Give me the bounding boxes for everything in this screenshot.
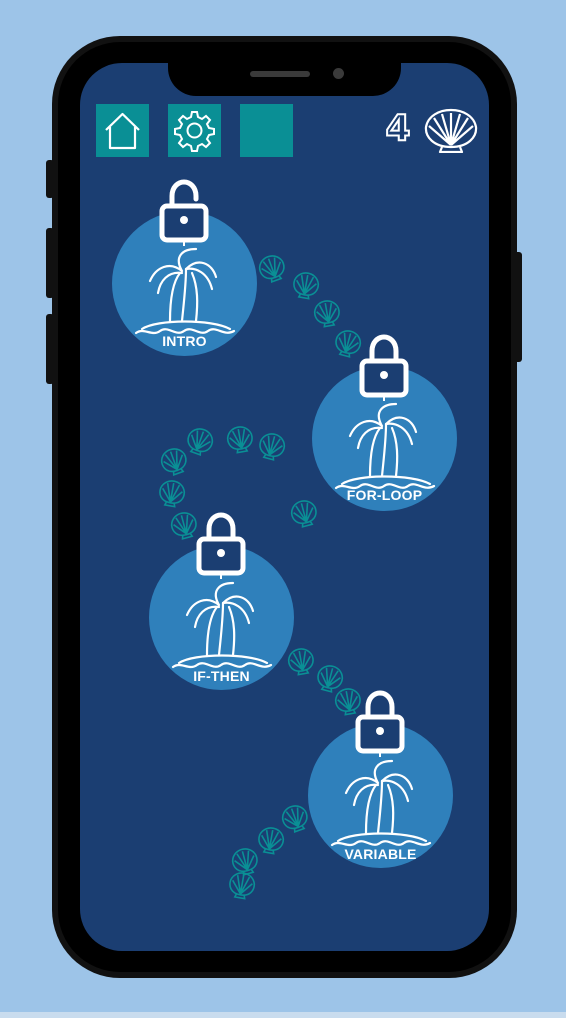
path-shell-icon [160, 448, 187, 477]
page-bottom-strip [0, 1012, 566, 1018]
path-shell-icon [258, 827, 285, 855]
level-label: IF-THEN [193, 668, 250, 684]
level-label: INTRO [162, 333, 207, 349]
lock-icon [359, 334, 409, 401]
path-shell-icon [258, 255, 285, 284]
path-shell-icon [281, 805, 308, 834]
lock-icon [159, 179, 209, 246]
path-shell-icon [259, 433, 286, 461]
lock-icon [355, 690, 405, 757]
path-shell-icon [159, 480, 186, 508]
path-shell-icon [187, 428, 214, 457]
path-shell-icon [229, 872, 256, 900]
path-shell-icon [293, 272, 320, 300]
path-shell-icon [317, 665, 344, 693]
lock-icon [196, 512, 246, 579]
game-screen: 4 INTRO FOR-LOOP IF-THEN VARIABLE [80, 63, 489, 951]
level-label: VARIABLE [344, 846, 417, 862]
path-shell-icon [231, 848, 258, 876]
level-label: FOR-LOOP [346, 487, 423, 503]
path-shell-icon [226, 426, 253, 454]
path-shell-icon [313, 300, 340, 328]
